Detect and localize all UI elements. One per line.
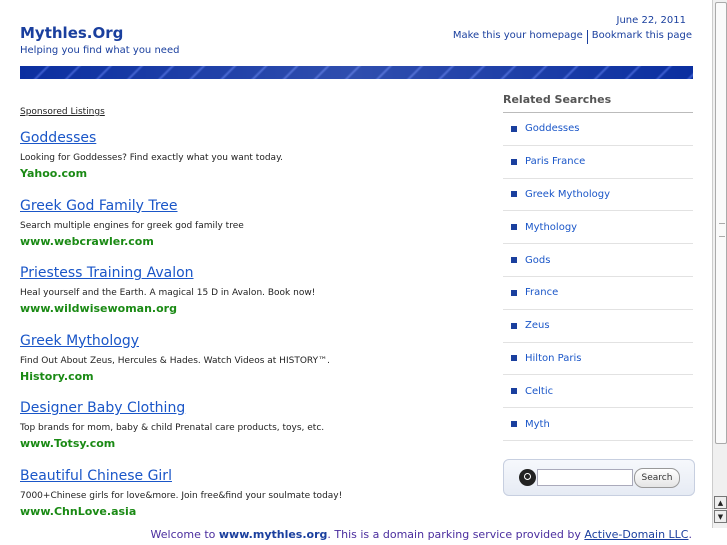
scrollbar-thumb[interactable]	[715, 2, 727, 444]
related-search-label: Goddesses	[525, 123, 580, 135]
bullet-icon	[511, 322, 517, 329]
related-search-label: Myth	[525, 418, 550, 430]
bullet-icon	[511, 355, 517, 362]
listing-description: Top brands for mom, baby & child Prenata…	[20, 423, 325, 433]
related-search-item[interactable]: Hilton Paris	[503, 343, 693, 376]
listing-url[interactable]: www.webcrawler.com	[20, 235, 480, 248]
grip-icon	[719, 223, 725, 237]
footer-middle: . This is a domain parking service provi…	[327, 528, 585, 541]
search-button[interactable]: Search	[634, 468, 680, 488]
search-icon	[519, 469, 536, 486]
listing-title[interactable]: Priestess Training Avalon	[20, 265, 480, 281]
bullet-icon	[511, 125, 517, 132]
related-search-item[interactable]: Gods	[503, 244, 693, 277]
bullet-icon	[511, 421, 517, 428]
related-search-label: Celtic	[525, 385, 554, 397]
related-searches: Related Searches Goddesses Paris France …	[503, 93, 693, 441]
listing-title[interactable]: Goddesses	[20, 130, 480, 146]
listing-description: Find Out About Zeus, Hercules & Hades. W…	[20, 355, 330, 366]
date: June 22, 2011	[616, 15, 687, 26]
listing-url[interactable]: www.ChnLove.asia	[20, 505, 480, 518]
related-searches-list: Goddesses Paris France Greek Mythology M…	[503, 113, 693, 441]
listing-url[interactable]: History.com	[20, 370, 480, 383]
related-search-item[interactable]: Myth	[503, 408, 693, 441]
listing: Greek Mythology Find Out About Zeus, Her…	[20, 333, 480, 401]
bullet-icon	[511, 158, 517, 165]
related-search-item[interactable]: Mythology	[503, 211, 693, 245]
tagline: Helping you find what you need	[20, 45, 180, 56]
listing-url[interactable]: www.Totsy.com	[20, 437, 480, 450]
bullet-icon	[511, 257, 517, 264]
related-search-label: Mythology	[525, 221, 578, 233]
bullet-icon	[511, 224, 517, 231]
listing-title[interactable]: Beautiful Chinese Girl	[20, 468, 480, 484]
related-search-item[interactable]: Greek Mythology	[503, 179, 693, 212]
related-search-label: Zeus	[525, 320, 550, 332]
sponsored-listings: Goddesses Looking for Goddesses? Find ex…	[20, 130, 480, 535]
related-search-label: Paris France	[525, 156, 586, 168]
search-input[interactable]	[537, 469, 633, 486]
related-search-label: Greek Mythology	[525, 188, 610, 200]
listing: Greek God Family Tree Search multiple en…	[20, 198, 480, 266]
listing-url[interactable]: www.wildwisewoman.org	[20, 302, 480, 315]
listing-description: Search multiple engines for greek god fa…	[20, 220, 244, 231]
site-title[interactable]: Mythles.Org	[20, 24, 123, 42]
sponsored-label: Sponsored Listings	[20, 107, 105, 117]
listing-title[interactable]: Designer Baby Clothing	[20, 400, 480, 416]
listing-url[interactable]: Yahoo.com	[20, 167, 480, 180]
footer: Welcome to www.mythles.org. This is a do…	[0, 528, 712, 541]
related-search-label: Hilton Paris	[525, 352, 582, 364]
divider	[586, 30, 588, 44]
related-search-label: Gods	[525, 254, 551, 266]
related-search-item[interactable]: Goddesses	[503, 113, 693, 146]
listing-title[interactable]: Greek God Family Tree	[20, 198, 480, 214]
header: Mythles.Org Helping you find what you ne…	[0, 0, 712, 64]
bookmark-link[interactable]: Bookmark this page	[592, 30, 692, 44]
bullet-icon	[511, 289, 517, 296]
header-banner	[20, 66, 693, 79]
footer-suffix: .	[688, 528, 693, 541]
bullet-icon	[511, 388, 517, 395]
listing-title[interactable]: Greek Mythology	[20, 333, 480, 349]
scroll-down-arrow-icon[interactable]: ▼	[714, 510, 727, 523]
related-search-item[interactable]: Celtic	[503, 375, 693, 409]
listing: Goddesses Looking for Goddesses? Find ex…	[20, 130, 480, 198]
footer-prefix: Welcome to	[150, 528, 219, 541]
listing-description: Heal yourself and the Earth. A magical 1…	[20, 288, 316, 298]
listing: Beautiful Chinese Girl 7000+Chinese girl…	[20, 468, 480, 536]
vertical-scrollbar[interactable]: ▲ ▼	[712, 0, 727, 528]
scroll-up-arrow-icon[interactable]: ▲	[714, 496, 727, 509]
top-links: Make this your homepage Bookmark this pa…	[453, 30, 692, 44]
listing-description: 7000+Chinese girls for love&more. Join f…	[20, 490, 343, 501]
related-search-item[interactable]: France	[503, 277, 693, 310]
bullet-icon	[511, 191, 517, 198]
footer-domain: www.mythles.org	[218, 528, 328, 541]
listing-description: Looking for Goddesses? Find exactly what…	[20, 153, 283, 163]
related-search-item[interactable]: Zeus	[503, 310, 693, 343]
provider-link[interactable]: Active-Domain LLC	[584, 528, 688, 541]
listing: Priestess Training Avalon Heal yourself …	[20, 265, 480, 333]
related-searches-title: Related Searches	[503, 93, 693, 113]
listing: Designer Baby Clothing Top brands for mo…	[20, 400, 480, 468]
related-search-item[interactable]: Paris France	[503, 146, 693, 179]
related-search-label: France	[525, 287, 559, 299]
make-homepage-link[interactable]: Make this your homepage	[453, 30, 583, 44]
search-box: Search	[503, 459, 695, 496]
